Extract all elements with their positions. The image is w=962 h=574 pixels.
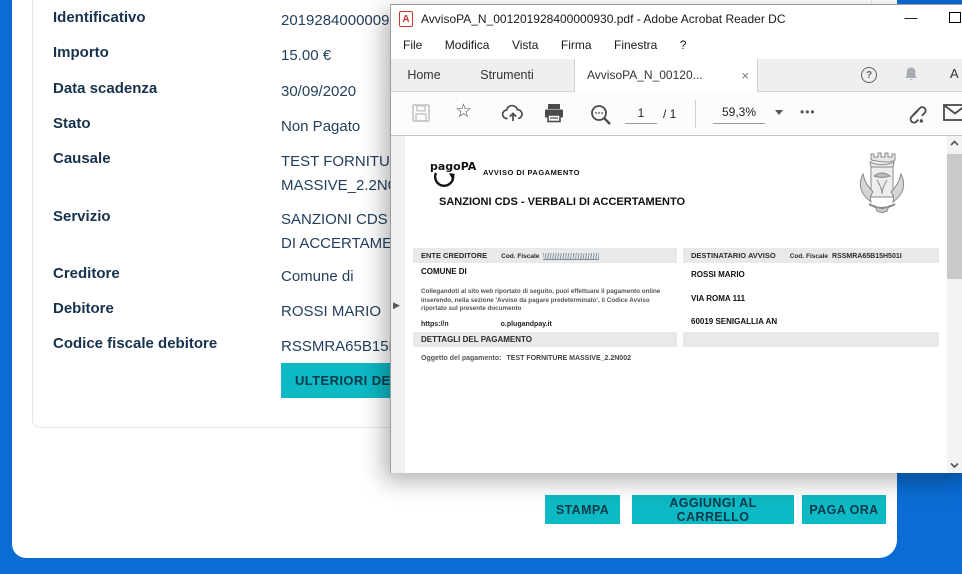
toolbar-divider [695, 100, 696, 128]
url-suffix: o.plugandpay.it [501, 321, 552, 328]
toolbar: ☆ / 1 59,3% ••• [391, 92, 962, 136]
subject-label: Oggetto del pagamento: [421, 355, 502, 362]
cod-fiscale-value: RSSMRA65B15H501I [832, 253, 902, 260]
tab-home[interactable]: Home [393, 59, 455, 92]
ente-creditore-label: ENTE CREDITORE [421, 251, 487, 260]
field-label: Importo [53, 44, 109, 61]
svg-text:pagoPA: pagoPA [430, 160, 477, 173]
chevron-down-icon[interactable] [775, 110, 783, 115]
maximize-button[interactable] [949, 12, 961, 23]
menu-help[interactable]: ? [671, 33, 696, 52]
zoom-search-icon[interactable] [589, 103, 613, 132]
recipient-name: ROSSI MARIO [691, 270, 745, 279]
vertical-scrollbar[interactable] [947, 136, 962, 473]
window-title: AvvisoPA_N_001201928400000930.pdf - Adob… [421, 12, 786, 26]
recipient-city: 60019 SENIGALLIA AN [691, 317, 777, 326]
expand-panel-arrow-icon[interactable]: ▶ [393, 300, 400, 311]
account-link[interactable]: A [950, 66, 959, 81]
field-value: 20192840000093 [281, 9, 398, 33]
help-icon[interactable]: ? [861, 67, 877, 83]
more-tools-icon[interactable]: ••• [800, 105, 816, 119]
field-value: ROSSI MARIO [281, 300, 381, 324]
redacted-cod-fiscale [543, 253, 599, 260]
dettagli-band-right [683, 332, 939, 347]
field-label: Debitore [53, 300, 114, 317]
tab-document-label: AvvisoPA_N_00120... [587, 59, 703, 92]
ente-name: COMUNE DI [421, 267, 467, 276]
pagopa-logo: pagoPA [429, 158, 479, 199]
tab-strumenti[interactable]: Strumenti [457, 59, 557, 92]
menu-file[interactable]: File [394, 33, 431, 52]
scroll-down-icon[interactable] [947, 458, 962, 473]
cloud-upload-icon[interactable] [501, 103, 525, 128]
payment-url: https://n o.plugandpay.it [421, 321, 552, 328]
field-label: Creditore [53, 265, 120, 282]
page-count-label: / 1 [663, 107, 676, 121]
menu-modifica[interactable]: Modifica [436, 33, 499, 52]
add-to-cart-button[interactable]: AGGIUNGI AL CARRELLO [632, 495, 794, 524]
destinatario-band: DESTINATARIO AVVISO Cod. Fiscale RSSMRA65B… [683, 248, 939, 263]
pay-now-button[interactable]: PAGA ORA [802, 495, 886, 524]
field-label: Identificativo [53, 9, 146, 26]
window-titlebar[interactable]: A AvvisoPA_N_001201928400000930.pdf - Ad… [391, 5, 962, 33]
pdf-page: pagoPA AVVISO DI PAGAMENTO SANZIONI CDS … [405, 136, 947, 473]
field-label: Codice fiscale debitore [53, 335, 217, 352]
cod-fiscale-label: Cod. Fiscale [501, 253, 539, 260]
print-button[interactable]: STAMPA [545, 495, 620, 524]
municipal-coat-of-arms [851, 146, 913, 227]
acrobat-reader-window: A AvvisoPA_N_001201928400000930.pdf - Ad… [390, 4, 962, 473]
save-icon[interactable] [411, 103, 431, 128]
ente-creditore-band: ENTE CREDITORE Cod. Fiscale [413, 248, 677, 263]
tab-bar: Home Strumenti AvvisoPA_N_00120... × ? A [391, 59, 962, 92]
recipient-address: VIA ROMA 111 [691, 294, 745, 303]
creditor-name: Comune di [281, 268, 354, 285]
url-prefix: https://n [421, 321, 449, 328]
menu-vista[interactable]: Vista [503, 33, 547, 52]
cod-fiscale-label: Cod. Fiscale [790, 253, 828, 260]
menu-firma[interactable]: Firma [552, 33, 601, 52]
payment-instructions: Collegandoti al sito web riportato di se… [421, 288, 673, 314]
menu-finestra[interactable]: Finestra [605, 33, 666, 52]
email-icon[interactable] [943, 104, 962, 126]
zoom-level-dropdown[interactable]: 59,3% [713, 102, 765, 124]
menu-bar: File Modifica Vista Firma Finestra ? [391, 33, 962, 59]
minimize-button[interactable]: — [899, 8, 923, 28]
dettagli-pagamento-band: DETTAGLI DEL PAGAMENTO [413, 332, 677, 347]
field-label: Servizio [53, 208, 111, 225]
field-value: Comune di all [281, 265, 408, 289]
field-label: Causale [53, 150, 111, 167]
field-value: 30/09/2020 [281, 80, 356, 104]
status-value: Non Pagato [281, 115, 360, 139]
adobe-pdf-icon: A [399, 11, 413, 27]
scrollbar-thumb[interactable] [947, 154, 962, 279]
print-icon[interactable] [543, 103, 565, 128]
payment-subject: Oggetto del pagamento: TEST FORNITURE MAS… [421, 355, 631, 362]
share-link-icon[interactable] [903, 101, 929, 130]
scroll-up-icon[interactable] [947, 136, 962, 151]
tab-close-icon[interactable]: × [741, 59, 749, 92]
field-label: Data scadenza [53, 80, 157, 97]
tab-document[interactable]: AvvisoPA_N_00120... × [574, 59, 758, 93]
notice-title: SANZIONI CDS - VERBALI DI ACCERTAMENTO [439, 196, 685, 208]
navigation-pane-strip[interactable]: ▶ [391, 136, 405, 473]
destinatario-label: DESTINATARIO AVVISO [691, 251, 776, 260]
field-value: 15.00 € [281, 44, 331, 68]
favorites-star-icon[interactable]: ☆ [455, 100, 472, 123]
notifications-bell-icon[interactable] [903, 66, 919, 88]
field-label: Stato [53, 115, 91, 132]
document-area: ▶ pagoPA AVVISO DI PAGAMENTO SANZIONI CD… [391, 136, 962, 473]
page-number-input[interactable] [625, 102, 657, 124]
subject-value: TEST FORNITURE MASSIVE_2.2N002 [507, 355, 631, 362]
notice-type-label: AVVISO DI PAGAMENTO [483, 168, 580, 177]
